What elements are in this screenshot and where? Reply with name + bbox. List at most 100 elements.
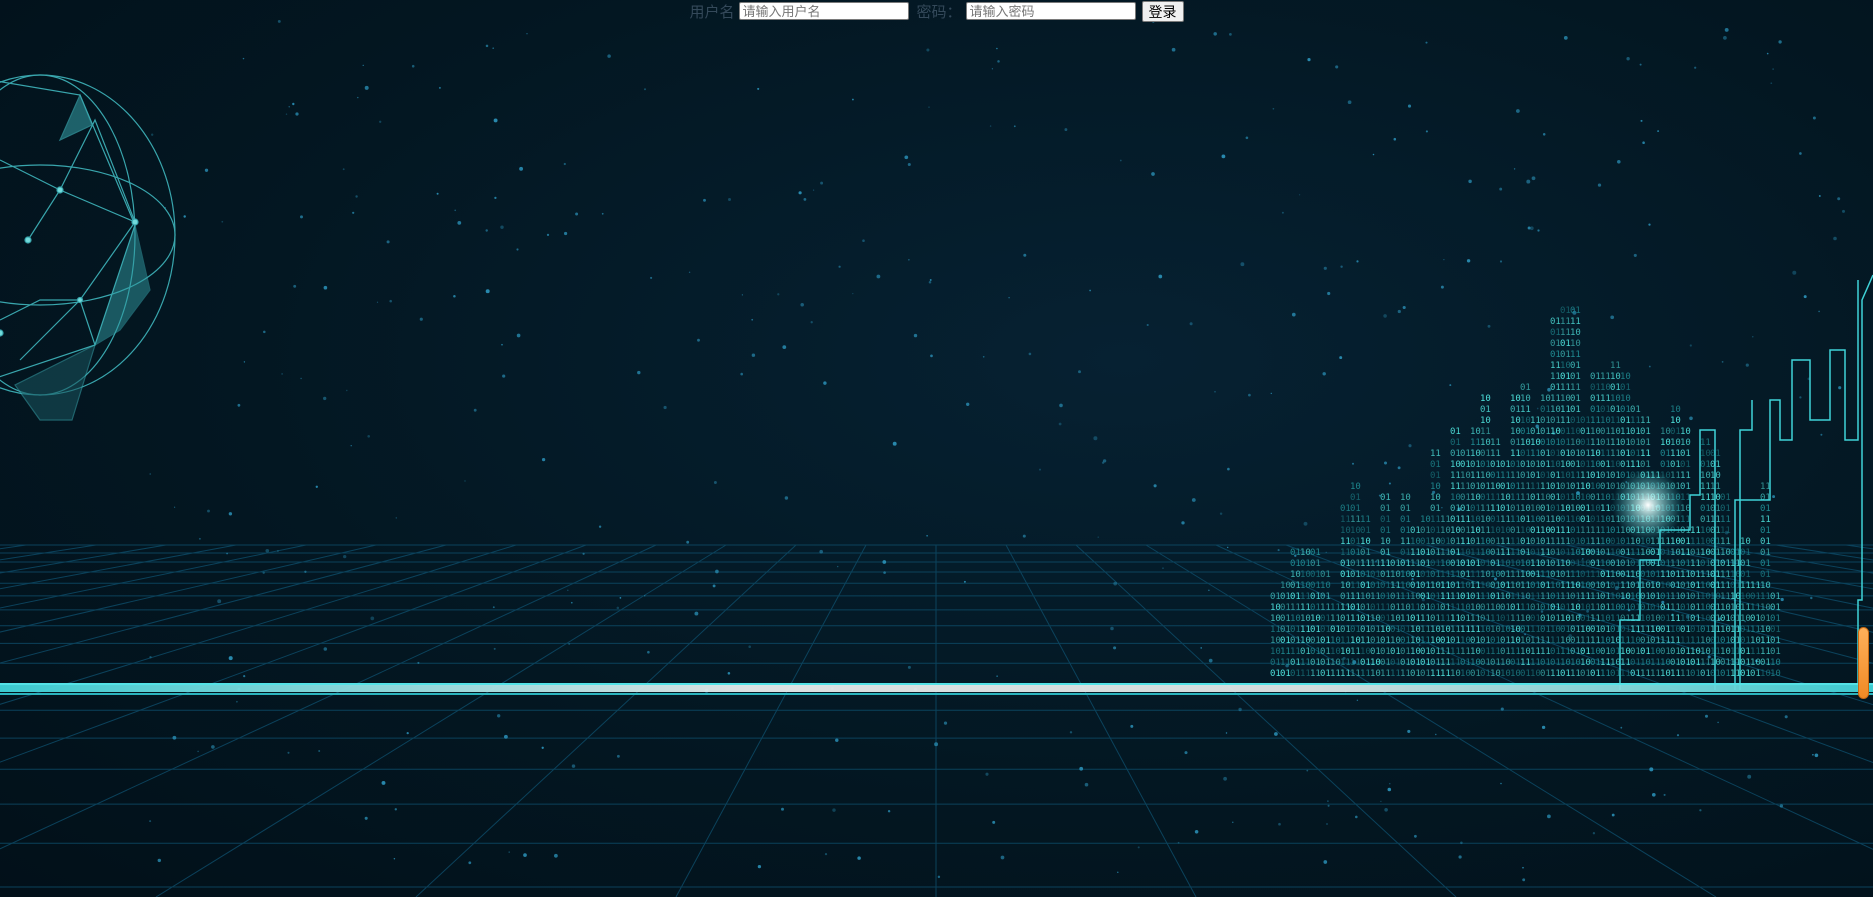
scroll-handle[interactable] [1858,627,1869,699]
svg-text:01: 01 [1400,504,1411,514]
svg-text:11: 11 [1490,438,1501,448]
svg-text:10: 10 [1360,537,1371,547]
svg-text:11: 11 [1640,416,1651,426]
svg-text:01: 01 [1320,570,1331,580]
login-button[interactable]: 登录 [1141,0,1184,22]
svg-text:01: 01 [1570,306,1581,316]
password-label: 密码： [916,3,962,21]
svg-text:11: 11 [1520,405,1531,415]
svg-text:11: 11 [1430,449,1441,459]
svg-text:11: 11 [1570,383,1581,393]
svg-text:11: 11 [1480,427,1491,437]
svg-text:01: 01 [1760,493,1771,503]
svg-text:11: 11 [1570,350,1581,360]
svg-text:01: 01 [1680,449,1691,459]
svg-text:01: 01 [1450,427,1461,437]
svg-text:01: 01 [1400,515,1411,525]
svg-text:01: 01 [1380,493,1391,503]
svg-text:01: 01 [1760,548,1771,558]
svg-text:10: 10 [1350,482,1361,492]
svg-text:10: 10 [1760,581,1771,591]
svg-text:01: 01 [1570,361,1581,371]
svg-text:01: 01 [1430,460,1441,470]
svg-text:01: 01 [1640,427,1651,437]
svg-text:10: 10 [1740,537,1751,547]
svg-text:01: 01 [1770,636,1781,646]
svg-text:01: 01 [1520,383,1531,393]
svg-text:10: 10 [1770,669,1781,679]
svg-text:01: 01 [1350,493,1361,503]
svg-text:10: 10 [1380,537,1391,547]
svg-text:01: 01 [1430,504,1441,514]
svg-text:11: 11 [1490,449,1501,459]
password-input[interactable] [965,2,1136,20]
svg-text:01: 01 [1570,372,1581,382]
svg-text:01: 01 [1360,548,1371,558]
light-glow [1612,469,1684,541]
svg-text:10: 10 [1620,394,1631,404]
svg-text:01: 01 [1450,438,1461,448]
svg-text:11: 11 [1760,482,1771,492]
svg-text:10: 10 [1520,394,1531,404]
svg-text:01: 01 [1350,504,1361,514]
svg-text:10: 10 [1770,658,1781,668]
svg-text:01: 01 [1740,548,1751,558]
svg-text:01: 01 [1480,405,1491,415]
svg-text:01: 01 [1680,460,1691,470]
svg-text:01: 01 [1680,482,1691,492]
svg-text:10: 10 [1570,328,1581,338]
svg-text:11: 11 [1360,515,1371,525]
svg-text:01: 01 [1430,471,1441,481]
svg-text:01: 01 [1570,405,1581,415]
svg-text:10: 10 [1670,405,1681,415]
username-input[interactable] [738,2,909,20]
binary-city-icon: 0101101011101001011111010101010110010111… [1270,306,1781,679]
svg-text:01: 01 [1720,493,1731,503]
svg-text:01: 01 [1320,592,1331,602]
svg-text:01: 01 [1620,383,1631,393]
username-label: 用户名 [689,3,735,21]
svg-text:01: 01 [1760,570,1771,580]
login-page: 01 01 10 10 11 10 10 01 01 11 11 01 01 01 01 01 10 01 01 11… [0,0,1873,897]
horizon-beam [0,683,1873,695]
svg-text:11: 11 [1700,438,1711,448]
svg-text:01: 01 [1380,504,1391,514]
svg-text:01: 01 [1760,504,1771,514]
svg-text:01: 01 [1770,614,1781,624]
login-form: 用户名 密码： 登录 [0,0,1873,22]
background-illustration: 0101101011101001011111010101010110010111… [0,19,1873,897]
svg-text:11: 11 [1720,515,1731,525]
svg-text:01: 01 [1770,592,1781,602]
svg-text:10: 10 [1680,438,1691,448]
svg-text:11: 11 [1640,449,1651,459]
svg-text:11: 11 [1610,361,1621,371]
svg-text:01: 01 [1720,504,1731,514]
svg-text:01: 01 [1760,537,1771,547]
svg-text:10: 10 [1670,416,1681,426]
svg-text:10: 10 [1320,581,1331,591]
svg-text:01: 01 [1380,515,1391,525]
svg-text:01: 01 [1310,548,1321,558]
svg-text:01: 01 [1740,559,1751,569]
svg-text:10: 10 [1430,482,1441,492]
svg-text:01: 01 [1740,570,1751,580]
svg-text:01: 01 [1630,405,1641,415]
svg-text:01: 01 [1760,559,1771,569]
svg-text:10: 10 [1430,493,1441,503]
svg-text:10: 10 [1480,416,1491,426]
svg-text:01: 01 [1770,625,1781,635]
svg-text:10: 10 [1400,493,1411,503]
svg-text:01: 01 [1310,559,1321,569]
svg-text:11: 11 [1570,317,1581,327]
svg-text:10: 10 [1680,427,1691,437]
svg-text:11: 11 [1760,515,1771,525]
svg-text:10: 10 [1570,339,1581,349]
svg-text:01: 01 [1380,548,1391,558]
svg-text:01: 01 [1760,526,1771,536]
svg-text:01: 01 [1380,526,1391,536]
svg-text:01: 01 [1360,526,1371,536]
svg-text:01: 01 [1640,460,1651,470]
svg-text:11: 11 [1720,537,1731,547]
wireframe-globe-icon [0,74,176,421]
svg-text:11: 11 [1680,471,1691,481]
